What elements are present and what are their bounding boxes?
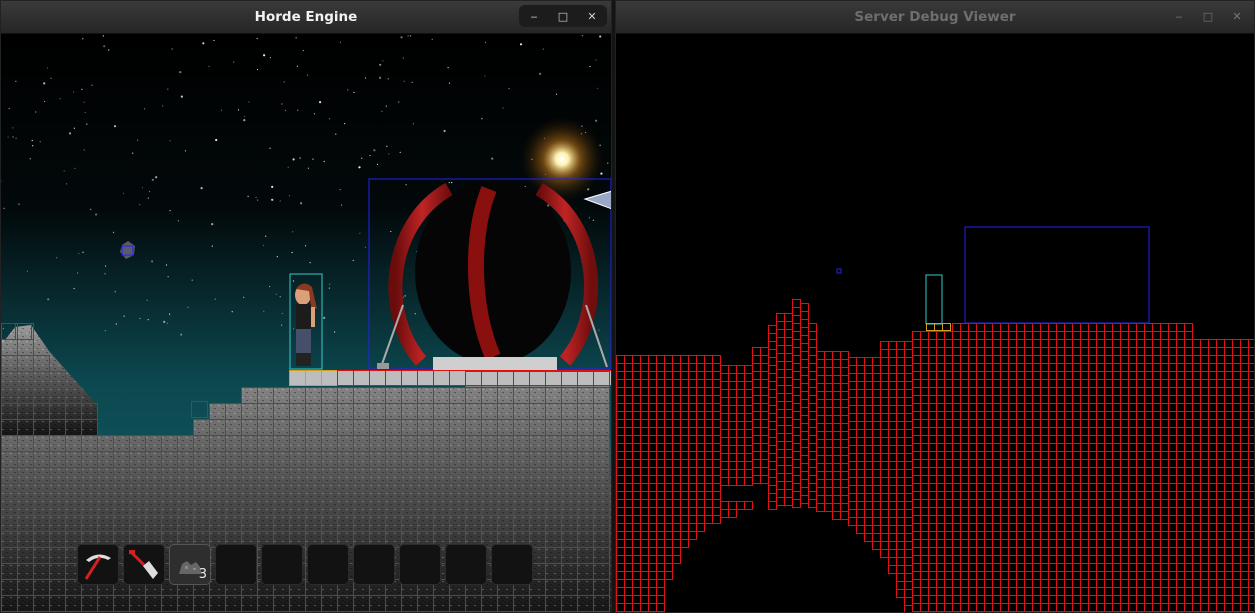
game-window-title: Horde Engine	[254, 9, 358, 25]
debug-window-title: Server Debug Viewer	[854, 9, 1016, 25]
game-scene[interactable]	[1, 35, 611, 612]
hotbar-slot-1[interactable]	[77, 544, 119, 585]
minimize-icon[interactable]: ‒	[521, 5, 547, 27]
game-window[interactable]: Horde Engine ‒ □ ✕ 3	[0, 0, 612, 613]
game-titlebar[interactable]: Horde Engine ‒ □ ✕	[1, 1, 611, 34]
hotbar-slot-3[interactable]: 3	[169, 544, 211, 585]
hotbar-slot-10[interactable]	[491, 544, 533, 585]
hotbar-slot-2[interactable]	[123, 544, 165, 585]
hotbar-slot-9[interactable]	[445, 544, 487, 585]
sun	[520, 117, 604, 201]
hotbar: 3	[77, 544, 533, 585]
maximize-icon[interactable]: □	[550, 5, 576, 27]
game-window-controls: ‒ □ ✕	[519, 5, 607, 27]
shovel-icon	[129, 549, 158, 579]
debug-titlebar[interactable]: Server Debug Viewer ‒ □ ✕	[616, 1, 1254, 34]
hotbar-slot-4[interactable]	[215, 544, 257, 585]
debug-viewport[interactable]	[616, 35, 1254, 612]
game-viewport[interactable]: 3	[1, 35, 611, 612]
debug-scene[interactable]	[616, 35, 1254, 612]
maximize-icon[interactable]: □	[1195, 5, 1221, 27]
hotbar-slot-3-count: 3	[198, 567, 207, 582]
debug-window-controls: ‒ □ ✕	[1166, 5, 1250, 27]
minimize-icon[interactable]: ‒	[1166, 5, 1192, 27]
close-icon[interactable]: ✕	[579, 5, 605, 27]
close-icon[interactable]: ✕	[1224, 5, 1250, 27]
hotbar-slot-6[interactable]	[307, 544, 349, 585]
hotbar-slot-8[interactable]	[399, 544, 441, 585]
metal-platform[interactable]	[289, 370, 612, 386]
hotbar-slot-5[interactable]	[261, 544, 303, 585]
hotbar-slot-7[interactable]	[353, 544, 395, 585]
pickaxe-icon	[84, 553, 111, 580]
debug-window[interactable]: Server Debug Viewer ‒ □ ✕	[615, 0, 1255, 613]
